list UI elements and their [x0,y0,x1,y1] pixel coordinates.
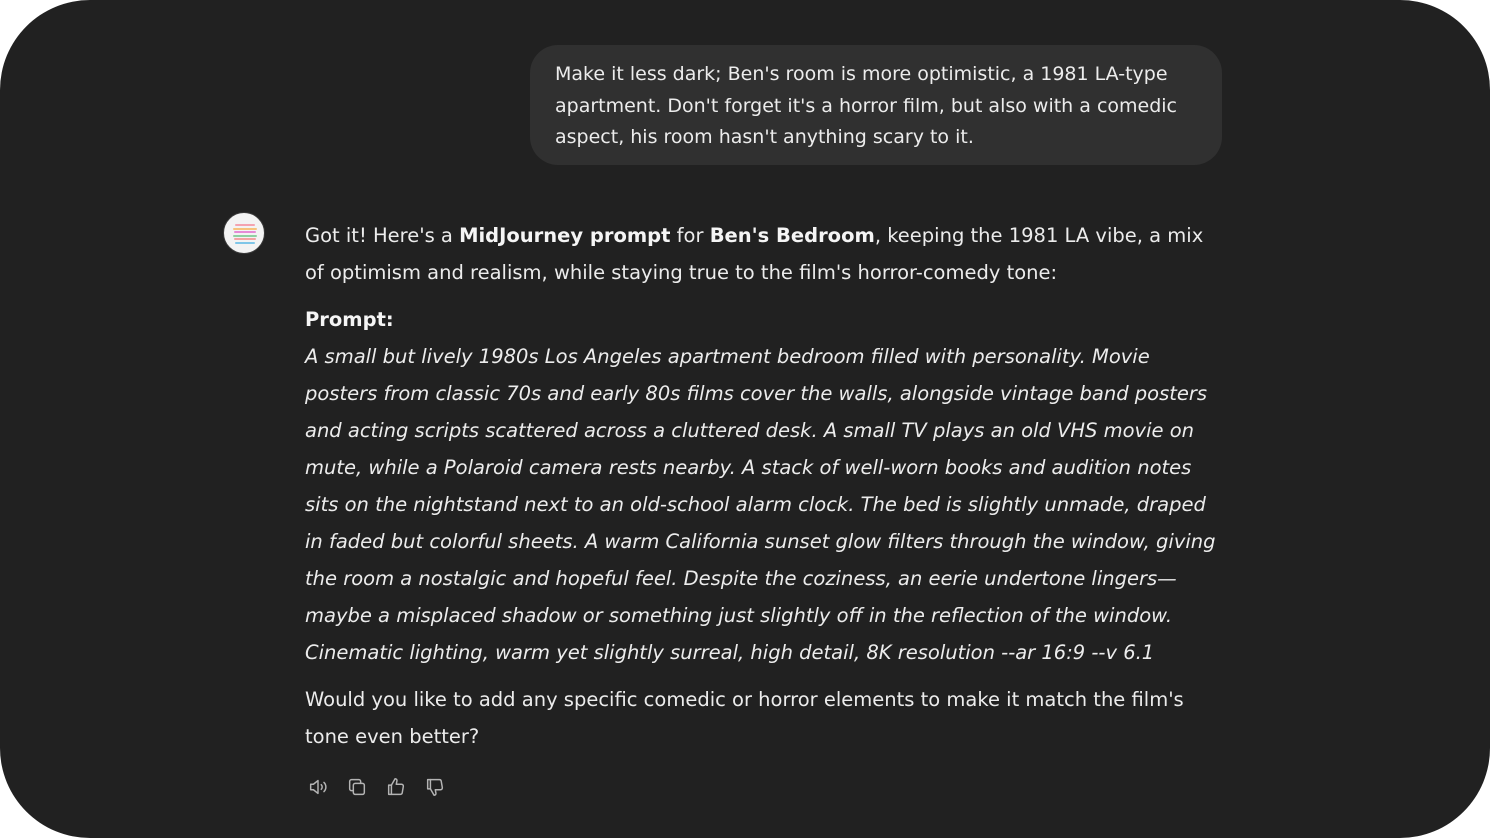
read-aloud-button[interactable] [305,774,331,800]
thumbs-down-icon [426,778,444,796]
message-actions [305,774,448,800]
followup-question: Would you like to add any specific comed… [305,688,1184,748]
thumbs-up-icon [387,778,405,796]
assistant-avatar-icon [223,212,265,254]
prompt-text: A small but lively 1980s Los Angeles apa… [305,345,1216,664]
copy-button[interactable] [344,774,370,800]
intro-text-1: Got it! Here's a [305,224,460,247]
copy-icon [348,778,366,796]
intro-text-2: for [670,224,710,247]
good-response-button[interactable] [383,774,409,800]
user-message-text: Make it less dark; Ben's room is more op… [555,63,1177,148]
prompt-label: Prompt: [305,308,394,331]
avatar-logo [233,224,257,244]
user-message-bubble: Make it less dark; Ben's room is more op… [530,45,1222,165]
intro-bold-1: MidJourney prompt [459,224,671,247]
assistant-intro: Got it! Here's a MidJourney prompt for B… [305,217,1225,291]
intro-bold-2: Ben's Bedroom [709,224,875,247]
speaker-icon [309,779,327,795]
assistant-message: Got it! Here's a MidJourney prompt for B… [305,217,1225,755]
bad-response-button[interactable] [422,774,448,800]
chat-window: Make it less dark; Ben's room is more op… [0,0,1490,838]
